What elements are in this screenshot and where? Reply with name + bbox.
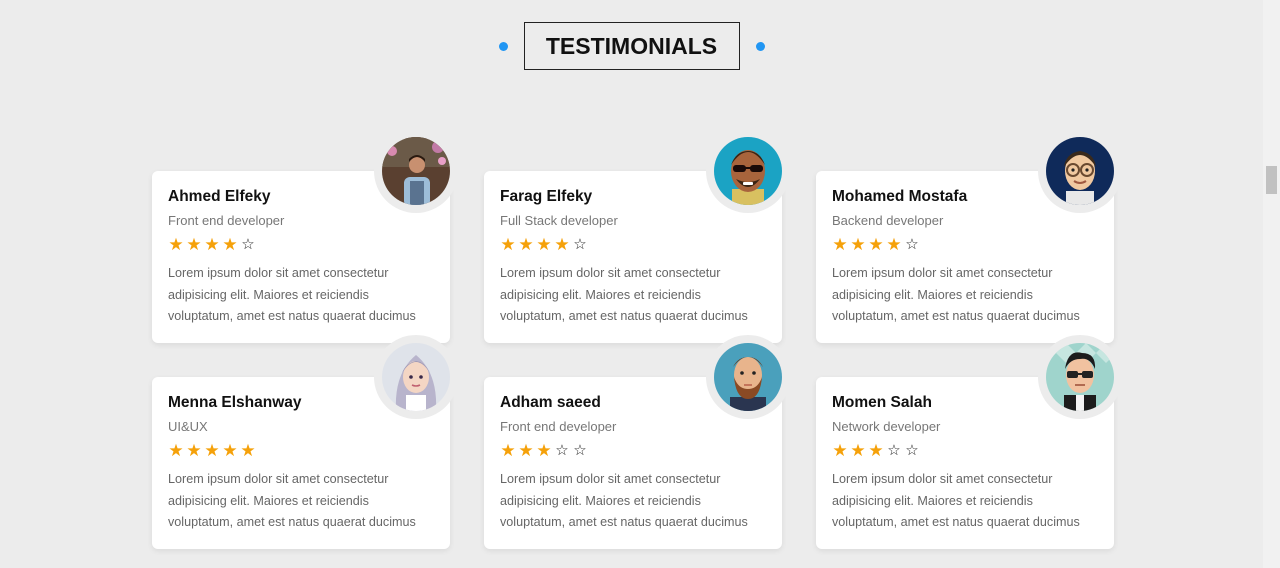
avatar-frame — [706, 335, 790, 419]
text-line: voluptatum, amet est natus quaerat ducim… — [500, 515, 748, 529]
section-title: TESTIMONIALS — [523, 22, 740, 70]
text-line: Lorem ipsum dolor sit amet consectetur — [168, 266, 389, 280]
text-line: Lorem ipsum dolor sit amet consectetur — [832, 472, 1053, 486]
star-rating: ★ ★ ★ ★ ☆ — [500, 236, 766, 254]
star-filled-icon: ★ — [886, 235, 902, 254]
cartoon-sunglasses-avatar — [714, 137, 782, 205]
left-dot — [498, 41, 508, 51]
star-empty-icon: ☆ — [241, 236, 255, 253]
text-line: Lorem ipsum dolor sit amet consectetur — [832, 266, 1053, 280]
text-line: adipisicing elit. Maiores et reiciendis — [832, 493, 1033, 508]
star-filled-icon: ★ — [850, 441, 866, 460]
page-scrollbar[interactable] — [1263, 0, 1280, 568]
star-filled-icon: ★ — [186, 441, 202, 460]
text-line: voluptatum, amet est natus quaerat ducim… — [832, 309, 1080, 323]
star-rating: ★ ★ ★ ★ ☆ — [832, 236, 1098, 254]
star-empty-icon: ☆ — [905, 442, 919, 459]
star-filled-icon: ★ — [168, 235, 184, 254]
star-filled-icon: ★ — [536, 235, 552, 254]
scrollbar-thumb[interactable] — [1266, 166, 1277, 194]
testimonial-card: Momen Salah Network developer ★ ★ ★ ☆ ☆ Lore… — [816, 335, 1122, 549]
avatar-frame — [706, 129, 790, 213]
star-rating: ★ ★ ★ ☆ ☆ — [832, 442, 1098, 460]
testimonial-text: Lorem ipsum dolor sit amet consectetur a… — [500, 263, 766, 328]
star-filled-icon: ★ — [868, 235, 884, 254]
text-line: Lorem ipsum dolor sit amet consectetur — [500, 266, 721, 280]
text-line: voluptatum, amet est natus quaerat ducim… — [168, 309, 416, 323]
star-empty-icon: ☆ — [905, 236, 919, 253]
star-filled-icon: ★ — [222, 441, 238, 460]
star-rating: ★ ★ ★ ★ ☆ — [168, 236, 434, 254]
testimonial-card: Farag Elfeky Full Stack developer ★ ★ ★ ★ ☆ … — [484, 129, 790, 343]
testimonial-card: Ahmed Elfeky Front end developer ★ ★ ★ ★ ☆ L… — [152, 129, 458, 343]
star-filled-icon: ★ — [204, 441, 220, 460]
testimonial-card: Menna Elshanway UI&UX ★ ★ ★ ★ ★ Lorem ipsum … — [152, 335, 458, 549]
cartoon-sunglasses-man-avatar — [1046, 343, 1114, 411]
star-filled-icon: ★ — [518, 441, 534, 460]
star-empty-icon: ☆ — [573, 442, 587, 459]
avatar-frame — [1038, 129, 1122, 213]
star-filled-icon: ★ — [832, 441, 848, 460]
star-filled-icon: ★ — [850, 235, 866, 254]
star-rating: ★ ★ ★ ☆ ☆ — [500, 442, 766, 460]
avatar-frame — [374, 335, 458, 419]
text-line: voluptatum, amet est natus quaerat ducim… — [832, 515, 1080, 529]
text-line: Lorem ipsum dolor sit amet consectetur — [500, 472, 721, 486]
man-photo-avatar — [382, 137, 450, 205]
text-line: adipisicing elit. Maiores et reiciendis — [168, 287, 369, 302]
testimonial-text: Lorem ipsum dolor sit amet consectetur a… — [168, 469, 434, 534]
testimonial-text: Lorem ipsum dolor sit amet consectetur a… — [832, 469, 1098, 534]
star-empty-icon: ☆ — [887, 442, 901, 459]
star-filled-icon: ★ — [868, 441, 884, 460]
star-rating: ★ ★ ★ ★ ★ — [168, 442, 434, 460]
reviewer-role: Front end developer — [500, 419, 617, 434]
star-filled-icon: ★ — [204, 235, 220, 254]
star-filled-icon: ★ — [222, 235, 238, 254]
avatar-frame — [374, 129, 458, 213]
star-filled-icon: ★ — [554, 235, 570, 254]
reviewer-role: Network developer — [832, 419, 941, 434]
right-dot — [755, 41, 765, 51]
text-line: adipisicing elit. Maiores et reiciendis — [500, 287, 701, 302]
text-line: adipisicing elit. Maiores et reiciendis — [168, 493, 369, 508]
reviewer-role: Backend developer — [832, 213, 944, 228]
star-filled-icon: ★ — [500, 235, 516, 254]
star-empty-icon: ☆ — [555, 442, 569, 459]
testimonial-text: Lorem ipsum dolor sit amet consectetur a… — [832, 263, 1098, 328]
star-filled-icon: ★ — [168, 441, 184, 460]
star-filled-icon: ★ — [240, 441, 256, 460]
star-filled-icon: ★ — [518, 235, 534, 254]
testimonial-card: Adham saeed Front end developer ★ ★ ★ ☆ ☆ Lo… — [484, 335, 790, 549]
section-header: TESTIMONIALS — [0, 22, 1263, 70]
text-line: Lorem ipsum dolor sit amet consectetur — [168, 472, 389, 486]
text-line: adipisicing elit. Maiores et reiciendis — [500, 493, 701, 508]
text-line: voluptatum, amet est natus quaerat ducim… — [500, 309, 748, 323]
cartoon-woman-avatar — [382, 343, 450, 411]
testimonial-text: Lorem ipsum dolor sit amet consectetur a… — [168, 263, 434, 328]
avatar-frame — [1038, 335, 1122, 419]
star-filled-icon: ★ — [500, 441, 516, 460]
text-line: adipisicing elit. Maiores et reiciendis — [832, 287, 1033, 302]
reviewer-role: UI&UX — [168, 419, 208, 434]
reviewer-role: Front end developer — [168, 213, 285, 228]
star-empty-icon: ☆ — [573, 236, 587, 253]
testimonial-text: Lorem ipsum dolor sit amet consectetur a… — [500, 469, 766, 534]
testimonial-card: Mohamed Mostafa Backend developer ★ ★ ★ ★ ☆ … — [816, 129, 1122, 343]
star-filled-icon: ★ — [186, 235, 202, 254]
reviewer-role: Full Stack developer — [500, 213, 618, 228]
cartoon-glasses-avatar — [1046, 137, 1114, 205]
star-filled-icon: ★ — [536, 441, 552, 460]
star-filled-icon: ★ — [832, 235, 848, 254]
cartoon-beard-avatar — [714, 343, 782, 411]
text-line: voluptatum, amet est natus quaerat ducim… — [168, 515, 416, 529]
